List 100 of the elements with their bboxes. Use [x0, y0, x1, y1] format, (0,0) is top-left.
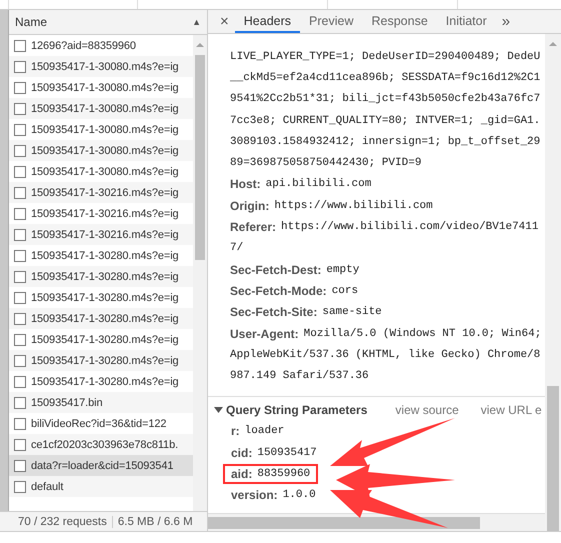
checkbox[interactable]	[14, 124, 26, 136]
request-name: data?r=loader&cid=15093541	[31, 460, 174, 472]
request-row[interactable]: 150935417-1-30080.m4s?e=ig	[9, 56, 193, 77]
header-value: LIVE_PLAYER_TYPE=1; DedeUserID=290400489; DedeU	[230, 50, 540, 63]
header-value: api.bilibili.com	[266, 178, 372, 190]
section-header[interactable]: Query String Parameters view source view URL e	[208, 398, 545, 421]
view-link[interactable]: view source	[395, 402, 459, 417]
status-text: 6.5 MB / 6.6 M	[116, 516, 194, 528]
tab[interactable]: Response	[362, 10, 437, 33]
parameter-name: version:	[231, 488, 278, 502]
checkbox[interactable]	[14, 270, 26, 282]
checkbox[interactable]	[14, 186, 26, 198]
checkbox[interactable]	[14, 250, 26, 262]
header-name: Origin:	[230, 198, 270, 213]
request-row[interactable]: data?r=loader&cid=15093541	[9, 455, 193, 476]
request-row[interactable]: 150935417-1-30080.m4s?e=ig	[9, 140, 193, 161]
request-name: 150935417-1-30080.m4s?e=ig	[31, 102, 179, 114]
header-value: 7cc3e8; CURRENT_QUALITY=80; INTVER=1; _gid=GA1.	[230, 114, 540, 127]
status-text: 70 / 232 requests	[13, 516, 113, 528]
scroll-thumb[interactable]	[195, 55, 205, 260]
request-row[interactable]: 150935417-1-30216.m4s?e=ig	[9, 182, 193, 203]
request-name: 150935417-1-30280.m4s?e=ig	[31, 312, 179, 324]
request-name: 150935417-1-30216.m4s?e=ig	[31, 186, 179, 198]
parameter-name: r:	[231, 424, 240, 438]
request-row[interactable]: 150935417-1-30080.m4s?e=ig	[9, 98, 193, 119]
request-name: 150935417-1-30080.m4s?e=ig	[31, 166, 179, 178]
request-name: default	[31, 480, 64, 492]
request-name: 150935417-1-30080.m4s?e=ig	[31, 124, 179, 136]
request-row[interactable]: 150935417-1-30280.m4s?e=ig	[9, 266, 193, 287]
scroll-thumb[interactable]	[547, 386, 559, 531]
header-name: Sec-Fetch-Dest:	[230, 262, 322, 277]
horizontal-scrollbar[interactable]	[208, 513, 545, 531]
checkbox[interactable]	[14, 208, 26, 220]
request-name: 150935417.bin	[31, 396, 102, 408]
checkbox[interactable]	[14, 102, 26, 114]
checkbox[interactable]	[14, 166, 26, 178]
request-name: 150935417-1-30280.m4s?e=ig	[31, 270, 179, 282]
header-value: 3089103.1584932412; innersign=1; bp_t_offset_29	[230, 136, 540, 148]
more-tabs-button[interactable]: »	[496, 10, 516, 33]
checkbox[interactable]	[14, 460, 26, 472]
header-name: Sec-Fetch-Site:	[230, 305, 318, 320]
request-name: 150935417-1-30280.m4s?e=ig	[31, 354, 179, 366]
header-value: Mozilla/5.0 (Windows NT 10.0; Win64;	[304, 328, 542, 340]
name-column-header[interactable]: Name ▲	[9, 10, 207, 35]
header-value: empty	[326, 264, 360, 276]
checkbox[interactable]	[14, 334, 26, 346]
close-button[interactable]: ×	[214, 10, 235, 33]
vertical-scrollbar[interactable]	[193, 35, 207, 511]
request-name: biliVideoRec?id=36&tid=122	[31, 418, 166, 430]
request-name: 150935417-1-30080.m4s?e=ig	[31, 82, 179, 94]
checkbox[interactable]	[14, 40, 26, 52]
checkbox[interactable]	[14, 438, 26, 450]
request-name: ce1cf20203c303963e78c811b.	[31, 438, 178, 450]
header-name: Referer:	[230, 220, 276, 234]
parameter-value: loader	[244, 425, 284, 438]
view-link[interactable]: view URL e	[480, 402, 542, 417]
checkbox[interactable]	[14, 144, 26, 156]
header-value: __ckMd5=ef2a4cd11cea896b; SESSDATA=f9c16d12%2C1	[230, 72, 540, 84]
request-name: 150935417-1-30280.m4s?e=ig	[31, 292, 179, 304]
checkbox[interactable]	[14, 480, 26, 492]
parameter-value: 150935417	[257, 446, 317, 459]
request-name: 150935417-1-30216.m4s?e=ig	[31, 228, 179, 240]
checkbox[interactable]	[14, 354, 26, 366]
header-value: cors	[332, 284, 358, 297]
header-name: Host:	[230, 177, 261, 192]
header-value: 7/	[230, 242, 244, 254]
header-name: User-Agent:	[230, 326, 299, 340]
checkbox[interactable]	[14, 418, 26, 430]
sort-icon[interactable]: ▲	[192, 17, 201, 27]
checkbox[interactable]	[14, 228, 26, 240]
header-value: 987.149 Safari/537.36	[230, 370, 369, 382]
parameter-value: 88359960	[257, 468, 310, 480]
vertical-scrollbar[interactable]	[545, 34, 561, 531]
request-row[interactable]: 150935417.bin	[9, 392, 193, 413]
request-name: 150935417-1-30080.m4s?e=ig	[31, 60, 179, 72]
request-row[interactable]: 150935417-1-30280.m4s?e=ig	[9, 308, 193, 329]
header-name: Sec-Fetch-Mode:	[230, 284, 327, 298]
request-row[interactable]: 150935417-1-30280.m4s?e=ig	[9, 350, 193, 371]
request-row[interactable]: ce1cf20203c303963e78c811b.	[9, 434, 193, 455]
checkbox[interactable]	[14, 396, 26, 408]
header-value: AppleWebKit/537.36 (KHTML, like Gecko) Chrome/8	[230, 348, 540, 361]
section-title: Query String Parameters	[226, 402, 368, 417]
tab[interactable]: Headers	[234, 10, 300, 33]
parameter-name: aid:	[231, 466, 252, 481]
request-name: 150935417-1-30280.m4s?e=ig	[31, 376, 179, 388]
request-row[interactable]: default	[9, 476, 193, 497]
checkbox[interactable]	[14, 312, 26, 324]
checkbox[interactable]	[14, 292, 26, 304]
request-name: 150935417-1-30280.m4s?e=ig	[31, 334, 179, 346]
parameter-name: cid:	[231, 446, 252, 460]
request-row[interactable]: 150935417-1-30216.m4s?e=ig	[9, 224, 193, 245]
checkbox[interactable]	[14, 82, 26, 94]
checkbox[interactable]	[14, 376, 26, 388]
tab[interactable]: Initiator	[436, 10, 496, 33]
checkbox[interactable]	[14, 60, 26, 72]
header-value: 9541%2Cc2b51*31; bili_jct=f43b5050cfe2b43a76fc7	[230, 93, 540, 106]
tab[interactable]: Preview	[300, 10, 362, 33]
parameter-value: 1.0.0	[282, 489, 316, 502]
expanded-triangle-icon[interactable]	[214, 405, 223, 414]
request-name: 150935417-1-30080.m4s?e=ig	[31, 144, 179, 156]
